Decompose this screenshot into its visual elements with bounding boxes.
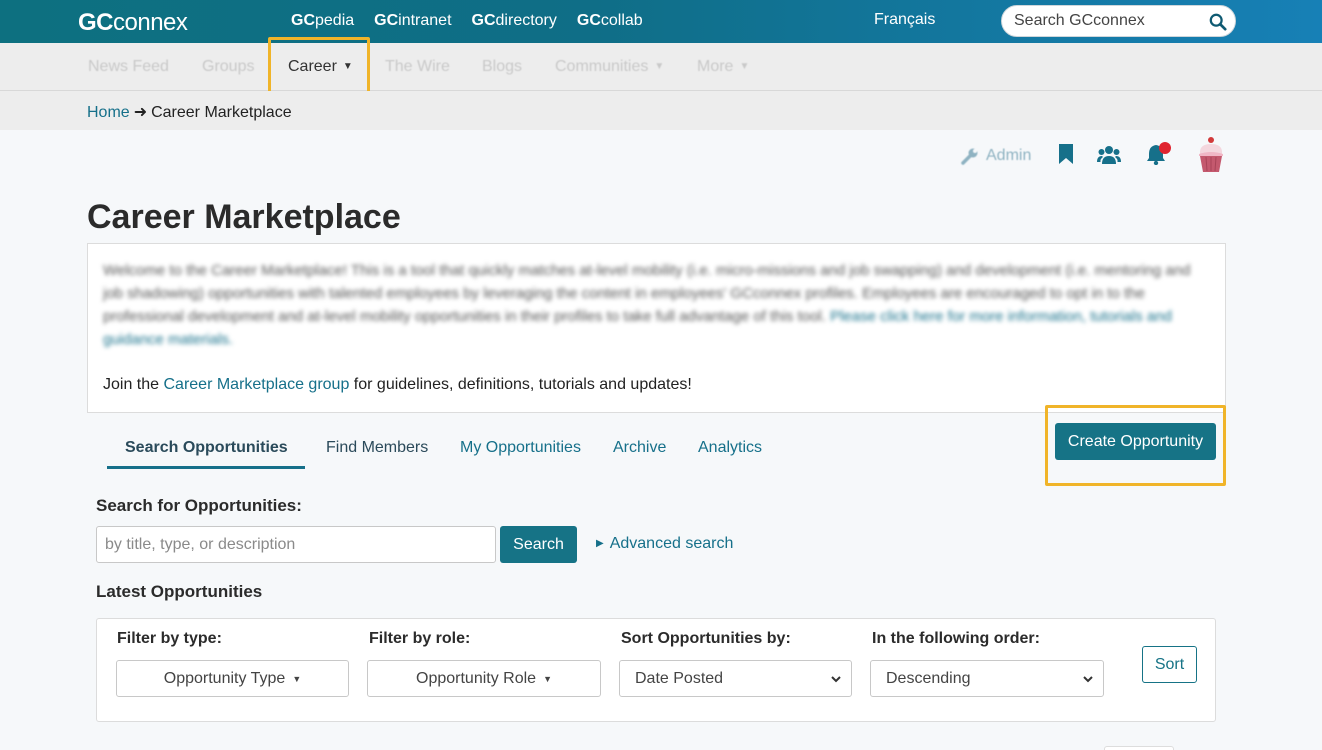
colleagues-icon[interactable] [1097,145,1121,165]
nav-communities-label: Communities [555,58,649,75]
gcpedia-link[interactable]: GCpedia [291,12,354,30]
intro-text: Welcome to the Career Marketplace! This … [103,262,1191,348]
filter-role-label: Filter by role: [369,630,471,647]
caret-down-icon: ▼ [292,673,302,684]
breadcrumb-home[interactable]: Home [87,104,130,121]
nav-the-wire[interactable]: The Wire [385,58,450,76]
filter-type-label: Filter by type: [117,630,222,647]
admin-link[interactable]: Admin [960,138,1031,174]
bookmark-icon[interactable] [1058,143,1074,165]
gcdirectory-link[interactable]: GCdirectory [472,12,557,30]
nav-blogs[interactable]: Blogs [482,58,522,76]
next-section-edge [1104,746,1174,750]
notification-badge [1159,142,1171,154]
active-tab-indicator [107,466,305,469]
breadcrumb-current: Career Marketplace [151,104,292,121]
order-select[interactable]: Descending [870,660,1104,697]
gc-tools-links: GCpedia GCintranet GCdirectory GCcollab [291,12,643,30]
wrench-icon [961,148,978,165]
career-highlight-box [268,37,370,98]
advanced-search-label: Advanced search [609,535,734,552]
caret-right-icon: ▶ [596,538,604,549]
tab-search-opportunities[interactable]: Search Opportunities [125,439,288,457]
admin-label: Admin [986,147,1032,164]
sort-by-label: Sort Opportunities by: [621,630,791,647]
gcconnex-logo[interactable]: GCconnex [78,9,188,37]
breadcrumb-bar: Home ➜ Career Marketplace [0,91,1322,130]
career-marketplace-group-link[interactable]: Career Marketplace group [163,376,349,393]
opportunity-type-value: Opportunity Type [163,669,286,687]
create-opportunity-highlight-box [1045,405,1226,486]
search-opportunities-label: Search for Opportunities: [96,496,302,515]
chevron-down-icon: ▼ [654,61,665,73]
opportunity-type-dropdown[interactable]: Opportunity Type ▼ [116,660,349,697]
caret-down-icon: ▼ [543,673,552,684]
search-icon[interactable] [1209,13,1227,31]
nav-more-label: More [697,58,734,75]
breadcrumb: Home ➜ Career Marketplace [87,102,292,122]
nav-groups[interactable]: Groups [202,58,254,76]
latest-opportunities-heading: Latest Opportunities [96,582,263,601]
nav-news-feed[interactable]: News Feed [88,58,169,76]
advanced-search-toggle[interactable]: ▶ Advanced search [596,535,733,553]
sort-by-select[interactable]: Date Posted [619,660,852,697]
gccollab-link[interactable]: GCcollab [577,12,643,30]
chevron-down-icon: ▼ [739,61,750,73]
avatar[interactable] [1197,136,1225,174]
site-search [1001,5,1236,37]
opportunity-role-dropdown[interactable]: Opportunity Role ▼ [367,660,601,697]
gcintranet-link[interactable]: GCintranet [374,12,451,30]
chevron-down-icon [831,676,841,683]
site-search-input[interactable] [1014,12,1204,30]
opportunity-search-input[interactable] [96,526,496,563]
intro-join-text: Join the Career Marketplace group for gu… [103,376,692,393]
tab-my-opportunities[interactable]: My Opportunities [460,439,581,457]
nav-more[interactable]: More ▼ [697,58,749,76]
intro-panel: Welcome to the Career Marketplace! This … [87,243,1226,413]
sort-by-value: Date Posted [635,669,724,687]
order-value: Descending [886,669,971,687]
chevron-down-icon [1083,676,1093,683]
opportunity-search-button[interactable]: Search [500,526,577,563]
sort-button[interactable]: Sort [1142,646,1197,683]
arrow-right-icon: ➜ [133,104,148,121]
tab-archive[interactable]: Archive [613,439,666,457]
nav-communities[interactable]: Communities ▼ [555,58,664,76]
tab-analytics[interactable]: Analytics [698,439,762,457]
page-title: Career Marketplace [87,198,401,236]
opportunity-role-value: Opportunity Role [416,669,537,687]
order-label: In the following order: [872,630,1040,647]
language-toggle[interactable]: Français [874,11,935,29]
top-bar: GCconnex GCpedia GCintranet GCdirectory … [0,0,1322,43]
tab-find-members[interactable]: Find Members [326,439,428,457]
main-nav: News Feed Groups Career ▼ The Wire Blogs … [0,43,1322,91]
